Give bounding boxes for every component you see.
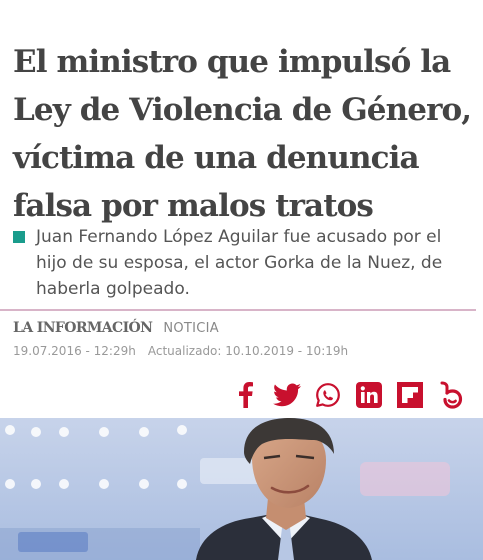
share-whatsapp-button[interactable]	[313, 380, 343, 410]
share-flipboard-button[interactable]	[395, 380, 425, 410]
photo-image	[0, 418, 483, 560]
headline-line-2: Ley de Violencia de Género,	[13, 92, 472, 128]
facebook-icon	[239, 382, 253, 408]
article-meta: LA INFORMACIÓN NOTICIA	[13, 318, 219, 338]
updated-date: Actualizado: 10.10.2019 - 10:19h	[147, 344, 349, 358]
meneame-icon	[440, 381, 463, 409]
article-dates: 19.07.2016 - 12:29h Actualizado: 10.10.20…	[13, 344, 348, 358]
headline-line-4: falsa por malos tratos	[13, 188, 374, 224]
whatsapp-icon	[316, 383, 340, 407]
headline-line-3: víctima de una denuncia	[13, 140, 420, 176]
share-meneame-button[interactable]	[436, 380, 466, 410]
summary-text: Juan Fernando López Aguilar fue acusado …	[36, 227, 443, 299]
article-headline: El ministro que impulsó la Ley de Violen…	[13, 38, 473, 230]
twitter-icon	[273, 383, 301, 407]
share-facebook-button[interactable]	[231, 380, 261, 410]
share-twitter-button[interactable]	[272, 380, 302, 410]
share-linkedin-button[interactable]	[354, 380, 384, 410]
section-label[interactable]: NOTICIA	[163, 321, 219, 336]
source-brand[interactable]: LA INFORMACIÓN	[13, 320, 153, 336]
published-date: 19.07.2016 - 12:29h	[13, 344, 136, 358]
summary-bullet-icon	[13, 231, 25, 243]
flipboard-icon	[397, 382, 423, 408]
share-bar	[220, 378, 466, 412]
linkedin-icon	[356, 382, 382, 408]
article-summary: Juan Fernando López Aguilar fue acusado …	[13, 224, 463, 302]
article-photo	[0, 418, 483, 560]
divider	[0, 309, 476, 311]
headline-line-1: El ministro que impulsó la	[13, 44, 451, 80]
